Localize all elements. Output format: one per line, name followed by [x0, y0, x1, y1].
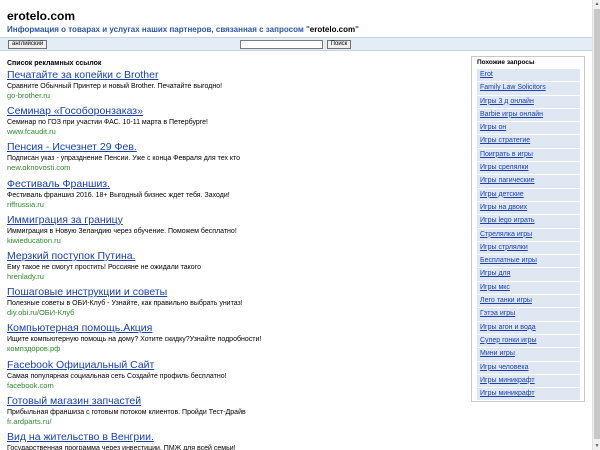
ad-title-link[interactable]: Готовый магазин запчастей	[7, 395, 462, 408]
subtitle-suffix: "	[355, 25, 359, 34]
ad-url-link[interactable]: diy.obi.ru/ОБИ-Клуб	[7, 308, 462, 317]
ad-description: Государственная программа через инвестиц…	[7, 444, 236, 450]
language-button[interactable]: английский	[8, 40, 48, 49]
related-searches-list: Erot Family Law Solicitors Игры 3 д онлайн…	[472, 69, 584, 402]
related-search-link[interactable]: Игры на двоих	[477, 201, 580, 216]
page: erotelo.com Информация о товарах и услуг…	[0, 0, 592, 450]
subtitle-query: erotelo.com	[309, 25, 356, 34]
ad-title-link[interactable]: Вид на жительство в Венгрии.	[7, 431, 462, 444]
ad-item: Пошаговые инструкции и советы Полезные со…	[7, 286, 462, 322]
related-search-link[interactable]: Игры lego играть	[477, 215, 580, 229]
ad-description: Ищите компьютерную помощь на дому? Хотит…	[7, 336, 262, 344]
search-bar: английский Поиск	[0, 37, 592, 51]
search-button[interactable]: Поиск	[327, 40, 351, 49]
related-search-link[interactable]: Игры срелялки	[477, 162, 580, 176]
related-search-link[interactable]: Family Law Solicitors	[477, 82, 580, 96]
ad-title-link[interactable]: Семинар «Гособоронзаказ»	[7, 105, 462, 118]
ad-description: Полезные советы в ОБИ-Клуб - Узнайте, ка…	[7, 300, 243, 308]
ad-title-link[interactable]: Facebook Официальный Сайт	[7, 359, 462, 372]
ad-title-link[interactable]: Печатайте за копейки с Brother	[7, 69, 462, 82]
ad-item: Пенсия - Исчезнет 29 Фев. Подписан указ -…	[7, 141, 462, 177]
related-search-link[interactable]: Игры детские	[477, 188, 580, 202]
related-search-link[interactable]: Игры человека	[477, 361, 580, 375]
related-search-link[interactable]: Поиграть в игры	[477, 148, 580, 163]
ad-url-link[interactable]: kiwieducation.ru	[7, 236, 462, 245]
ad-item: Facebook Официальный Сайт Самая популярна…	[7, 359, 462, 395]
related-search-link[interactable]: Гэтэа игры	[477, 308, 580, 322]
ad-item: Мерзкий поступок Путина. Ему такое не смо…	[7, 250, 462, 286]
ad-item: Семинар «Гособоронзаказ» Семинар по ГОЗ п…	[7, 105, 462, 141]
related-search-link[interactable]: Игры он	[477, 122, 580, 136]
ad-item: Вид на жительство в Венгрии. Государствен…	[7, 431, 462, 450]
related-search-link[interactable]: Barbie игры онлайн	[477, 108, 580, 123]
related-search-link[interactable]: Игры пагические	[477, 175, 580, 189]
related-searches-heading: Похожие запросы	[477, 59, 535, 66]
ad-url-link[interactable]: new.oknovosti.com	[7, 163, 462, 172]
ad-list-heading: Список рекламных ссылок	[7, 60, 102, 67]
ad-description: Самая популярная социальная сеть Создайт…	[7, 372, 227, 380]
ad-url-link[interactable]: riffrussia.ru	[7, 200, 462, 209]
ad-url-link[interactable]: fr.ardparts.ru/	[7, 417, 462, 426]
related-search-link[interactable]: Супер гонки игры	[477, 334, 580, 349]
ad-title-link[interactable]: Фестиваль Франшиз.	[7, 178, 462, 191]
ad-title-link[interactable]: Пошаговые инструкции и советы	[7, 286, 462, 299]
scroll-down-icon[interactable]: ▼	[593, 442, 600, 450]
related-search-link[interactable]: Игры стратегие	[477, 135, 580, 149]
page-subtitle: Информация о товарах и услугах наших пар…	[7, 25, 359, 34]
vertical-scrollbar[interactable]: ▲ ▼	[592, 0, 600, 450]
scroll-up-icon[interactable]: ▲	[593, 0, 600, 8]
ad-url-link[interactable]: компздоров.рф	[7, 344, 462, 353]
related-search-link[interactable]: Бесплатные игры	[477, 255, 580, 269]
ad-description: Ему такое не смогут простить! Россияне н…	[7, 263, 201, 271]
related-search-link[interactable]: Игры мкс	[477, 281, 580, 296]
ad-url-link[interactable]: go-brother.ru	[7, 91, 462, 100]
ad-url-link[interactable]: facebook.com	[7, 381, 462, 390]
related-search-link[interactable]: Игры для	[477, 268, 580, 282]
ad-title-link[interactable]: Мерзкий поступок Путина.	[7, 250, 462, 263]
ad-description: Иммиграция в Новую Зеландию через обучен…	[7, 227, 237, 235]
related-search-link[interactable]: Игры миникрафт	[477, 388, 580, 402]
related-search-link[interactable]: Игры миникрафт	[477, 374, 580, 389]
ad-item: Печатайте за копейки с Brother Сравните О…	[7, 69, 462, 105]
related-search-link[interactable]: Мини игры	[477, 348, 580, 362]
ad-title-link[interactable]: Иммиграция за границу	[7, 214, 462, 227]
ad-description: Семинар по ГОЗ при участии ФАС. 10-11 ма…	[7, 119, 209, 127]
ad-item: Готовый магазин запчастей Прибыльная фран…	[7, 395, 462, 431]
ad-url-link[interactable]: hrenlady.ru	[7, 272, 462, 281]
related-search-link[interactable]: Игры стрлялки	[477, 241, 580, 256]
related-search-link[interactable]: Лего танки игры	[477, 295, 580, 309]
scroll-thumb[interactable]	[594, 9, 600, 439]
related-searches: Похожие запросы Erot Family Law Solicitor…	[471, 56, 585, 402]
ad-list: Список рекламных ссылок Печатайте за коп…	[7, 59, 462, 450]
ad-title-link[interactable]: Пенсия - Исчезнет 29 Фев.	[7, 141, 462, 154]
related-search-link[interactable]: Игры агон и вода	[477, 321, 580, 335]
site-title: erotelo.com	[7, 9, 76, 23]
search-input[interactable]	[240, 40, 323, 49]
ad-title-link[interactable]: Компьютерная помощь.Акция	[7, 322, 462, 335]
ad-description: Фестиваль франшиз 2016. 18+ Выгодный биз…	[7, 191, 230, 199]
related-search-link[interactable]: Игры 3 д онлайн	[477, 95, 580, 109]
ad-item: Иммиграция за границу Иммиграция в Новую …	[7, 214, 462, 250]
ad-item: Фестиваль Франшиз. Фестиваль франшиз 2016…	[7, 178, 462, 214]
ad-url-link[interactable]: www.fcaudit.ru	[7, 127, 462, 136]
ad-description: Подписан указ - упразднение Пенсии. Уже …	[7, 155, 241, 163]
ad-description: Сравните Обычный Принтер и новый Brother…	[7, 83, 223, 90]
ad-items: Печатайте за копейки с Brother Сравните О…	[7, 69, 462, 450]
ad-item: Компьютерная помощь.Акция Ищите компьютер…	[7, 322, 462, 358]
subtitle-prefix: Информация о товарах и услугах наших пар…	[7, 25, 310, 34]
related-search-link[interactable]: Erot	[477, 69, 580, 83]
related-search-link[interactable]: Стрелялка игры	[477, 228, 580, 242]
ad-description: Прибыльная франшиза с готовым потоком кл…	[7, 408, 246, 416]
